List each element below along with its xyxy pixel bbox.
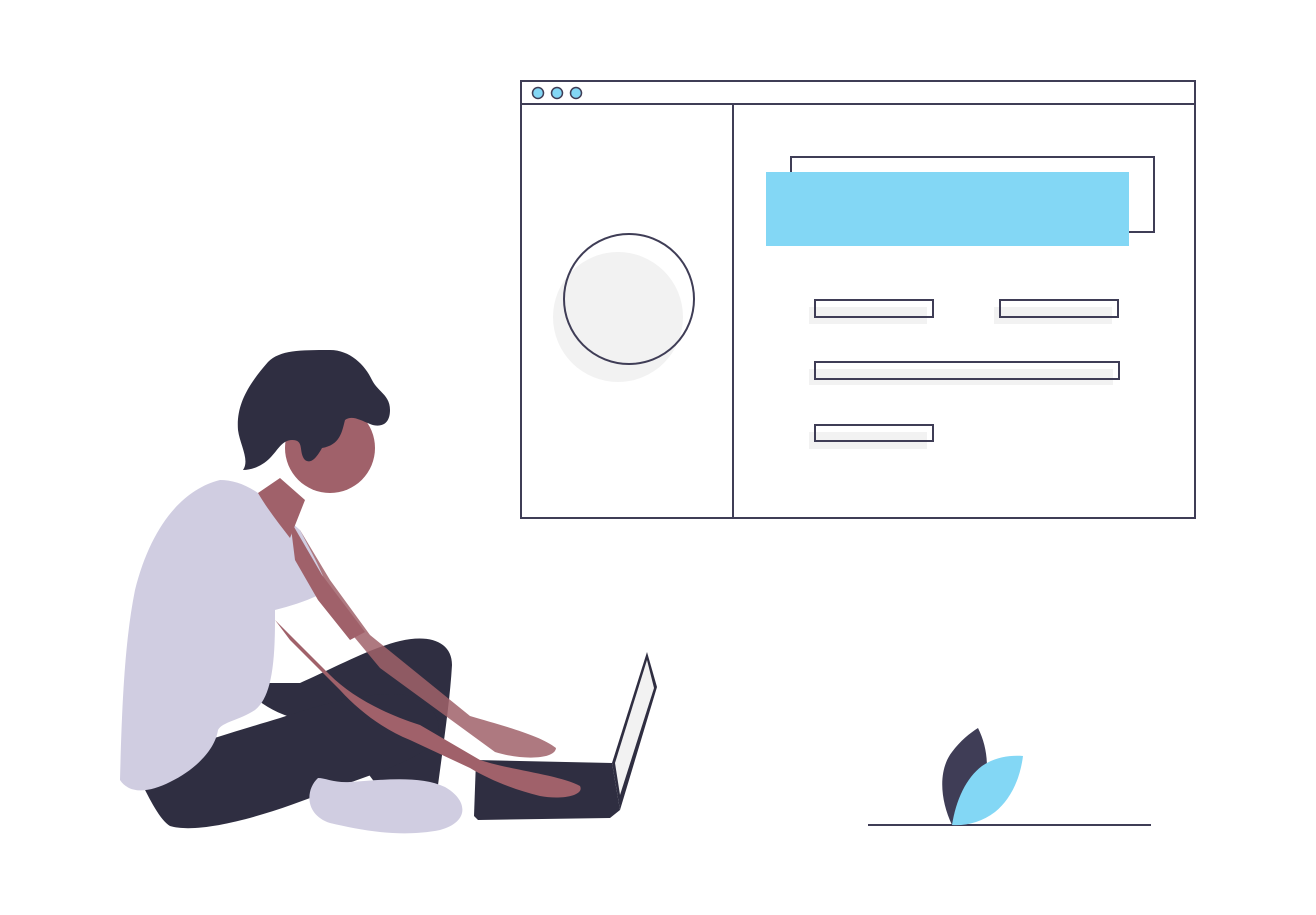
field-shadow <box>994 307 1112 324</box>
window-controls <box>531 86 583 100</box>
window-control-dot <box>550 86 564 100</box>
header-block-fill <box>766 172 1129 246</box>
window-control-dot <box>569 86 583 100</box>
window-control-dot <box>531 86 545 100</box>
person-foot <box>309 778 463 834</box>
plant <box>868 728 1151 826</box>
browser-window <box>520 80 1196 519</box>
field-shadow <box>809 307 927 324</box>
illustration-canvas <box>0 0 1316 915</box>
laptop-screen <box>615 660 654 795</box>
illustration-svg <box>120 80 1196 834</box>
field-shadow <box>809 369 1113 385</box>
